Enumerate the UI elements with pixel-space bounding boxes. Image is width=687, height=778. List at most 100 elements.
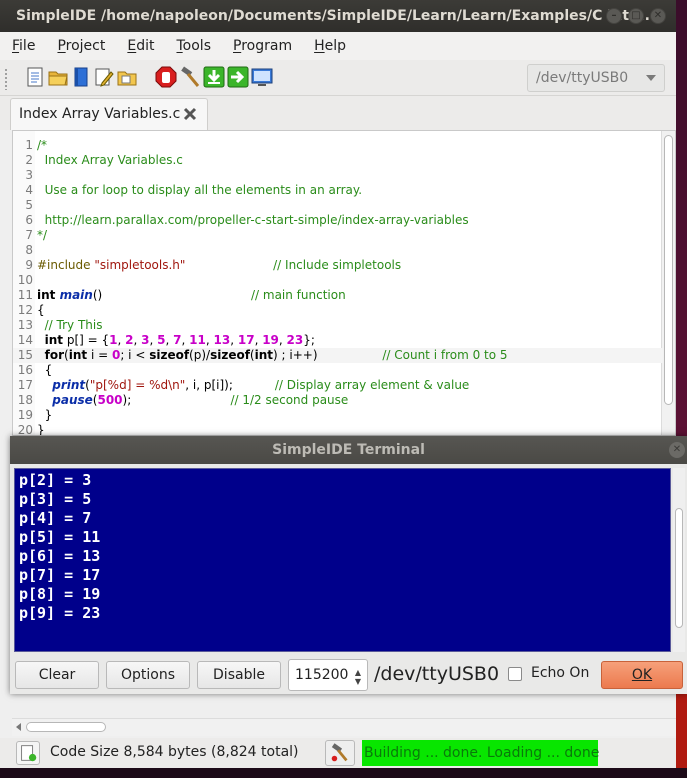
code-line[interactable]: 11 int main() // main function bbox=[13, 288, 663, 303]
terminal-window: SimpleIDE Terminal ✕ p[2] = 3 p[3] = 5 p[4… bbox=[10, 436, 687, 694]
scrollbar-thumb[interactable] bbox=[664, 135, 673, 405]
chevron-down-icon bbox=[646, 75, 656, 81]
terminal-line: p[9] = 23 bbox=[19, 604, 101, 622]
terminal-line: p[8] = 19 bbox=[19, 585, 101, 603]
scrollbar-thumb[interactable] bbox=[26, 722, 106, 732]
code-token: , bbox=[230, 333, 238, 347]
line-number: 4 bbox=[25, 183, 33, 197]
code-line[interactable]: 3 bbox=[13, 168, 663, 183]
disable-button[interactable]: Disable bbox=[197, 661, 281, 689]
code-text: */ bbox=[37, 228, 47, 243]
code-line[interactable]: 16 { bbox=[13, 363, 663, 378]
code-token: ; i < bbox=[120, 348, 150, 362]
build-message: Building ... done. Loading ... done bbox=[362, 740, 599, 766]
editor-horizontal-scrollbar[interactable] bbox=[12, 718, 676, 736]
code-token: () bbox=[92, 288, 251, 302]
window-titlebar[interactable]: SimpleIDE /home/napoleon/Documents/Simpl… bbox=[0, 0, 676, 32]
ok-button[interactable]: OK bbox=[601, 661, 683, 689]
code-line[interactable]: 14 int p[] = {1, 2, 3, 5, 7, 11, 13, 17,… bbox=[13, 333, 663, 348]
options-button[interactable]: Options bbox=[106, 661, 190, 689]
baud-rate-spinbox[interactable]: 115200 ▲ ▼ bbox=[288, 659, 368, 691]
edit-project-icon[interactable] bbox=[93, 66, 115, 88]
spin-down-icon[interactable]: ▼ bbox=[355, 678, 361, 686]
project-options-icon[interactable] bbox=[16, 741, 40, 765]
project-folder-icon[interactable] bbox=[116, 66, 138, 88]
code-line[interactable]: 2 Index Array Variables.c bbox=[13, 153, 663, 168]
echo-on-checkbox[interactable] bbox=[508, 667, 522, 681]
new-file-icon[interactable] bbox=[24, 66, 46, 88]
run-terminal-icon[interactable] bbox=[251, 66, 273, 88]
code-text: int p[] = {1, 2, 3, 5, 7, 11, 13, 17, 19… bbox=[37, 333, 315, 348]
code-token: pause bbox=[52, 393, 93, 407]
toolbar-grip-icon[interactable] bbox=[4, 68, 8, 90]
code-line[interactable]: 12 { bbox=[13, 303, 663, 318]
desktop-background bbox=[676, 0, 687, 436]
desktop: SimpleIDE /home/napoleon/Documents/Simpl… bbox=[0, 0, 687, 778]
code-line[interactable]: 10 bbox=[13, 273, 663, 288]
code-text: http://learn.parallax.com/propeller-c-st… bbox=[37, 213, 469, 228]
code-line[interactable]: 7 */ bbox=[13, 228, 663, 243]
echo-on-label[interactable]: Echo On bbox=[531, 665, 589, 681]
code-editor[interactable]: 1/* 2 Index Array Variables.c 3 4 Use a for… bbox=[12, 130, 676, 436]
code-text: } bbox=[37, 408, 53, 423]
code-line[interactable]: 6 http://learn.parallax.com/propeller-c-… bbox=[13, 213, 663, 228]
menu-project[interactable]: Project bbox=[57, 38, 105, 54]
close-icon[interactable]: ✕ bbox=[650, 8, 666, 24]
code-token: Index Array Variables.c bbox=[37, 153, 183, 167]
terminal-title: SimpleIDE Terminal bbox=[272, 442, 425, 458]
code-text: pause(500); // 1/2 second pause bbox=[37, 393, 348, 408]
load-ram-icon[interactable] bbox=[203, 66, 225, 88]
code-line[interactable]: 1 /* bbox=[13, 138, 663, 153]
code-text: print("p[%d] = %d\n", i, p[i]); // Displ… bbox=[37, 378, 469, 393]
code-token: 17 bbox=[237, 333, 255, 347]
build-hammer-icon[interactable] bbox=[179, 66, 201, 88]
editor-vertical-scrollbar[interactable] bbox=[661, 131, 675, 435]
code-line[interactable]: 9 #include "simpletools.h" // Include sim… bbox=[13, 258, 663, 273]
code-text: /* bbox=[37, 138, 47, 153]
code-line[interactable]: 4 Use a for loop to display all the elem… bbox=[13, 183, 663, 198]
code-token: // 1/2 second pause bbox=[230, 393, 349, 407]
code-line[interactable]: 15 for(int i = 0; i < sizeof(p)/sizeof(i… bbox=[13, 348, 663, 363]
terminal-titlebar[interactable]: SimpleIDE Terminal ✕ bbox=[10, 436, 687, 464]
close-icon[interactable]: ✕ bbox=[669, 442, 685, 458]
code-line[interactable]: 13 // Try This bbox=[13, 318, 663, 333]
spin-up-icon[interactable]: ▲ bbox=[355, 669, 361, 677]
scrollbar-thumb[interactable] bbox=[675, 508, 683, 628]
build-status-icon[interactable] bbox=[325, 740, 355, 766]
code-token: 11 bbox=[189, 333, 206, 347]
line-number: 3 bbox=[25, 168, 33, 182]
close-tab-icon[interactable] bbox=[183, 107, 197, 121]
menu-mnemonic: P bbox=[57, 38, 66, 54]
menu-program[interactable]: Program bbox=[233, 38, 292, 54]
minimize-icon[interactable]: – bbox=[606, 8, 622, 24]
line-number: 6 bbox=[25, 213, 33, 227]
code-line[interactable]: 20} bbox=[13, 423, 663, 435]
code-line[interactable]: 8 bbox=[13, 243, 663, 258]
project-icon[interactable] bbox=[70, 66, 92, 88]
clear-button[interactable]: Clear bbox=[15, 661, 99, 689]
tab-bar: Index Array Variables.c bbox=[0, 96, 676, 130]
line-number: 9 bbox=[25, 258, 33, 272]
code-line[interactable]: 18 pause(500); // 1/2 second pause bbox=[13, 393, 663, 408]
terminal-scrollbar[interactable] bbox=[673, 468, 685, 652]
menu-file[interactable]: File bbox=[12, 38, 35, 54]
code-token: , bbox=[205, 333, 214, 347]
tab-index-array-variables[interactable]: Index Array Variables.c bbox=[10, 98, 208, 130]
maximize-icon[interactable]: □ bbox=[628, 8, 644, 24]
terminal-line: p[6] = 13 bbox=[19, 547, 101, 565]
code-line[interactable]: 19 } bbox=[13, 408, 663, 423]
menu-edit[interactable]: Edit bbox=[127, 38, 154, 54]
terminal-output[interactable]: p[2] = 3 p[3] = 5 p[4] = 7 p[5] = 11 p[6] = … bbox=[14, 468, 671, 652]
scroll-left-icon[interactable] bbox=[16, 723, 21, 731]
code-token: http://learn.parallax.com/propeller-c-st… bbox=[37, 213, 469, 227]
stop-icon[interactable] bbox=[155, 66, 177, 88]
line-number: 14 bbox=[17, 333, 33, 347]
code-line[interactable]: 5 bbox=[13, 198, 663, 213]
port-select[interactable]: /dev/ttyUSB0 bbox=[527, 64, 665, 92]
menu-tools[interactable]: Tools bbox=[176, 38, 211, 54]
open-folder-icon[interactable] bbox=[47, 66, 69, 88]
load-eeprom-icon[interactable] bbox=[227, 66, 249, 88]
code-line[interactable]: 17 print("p[%d] = %d\n", i, p[i]); // Di… bbox=[13, 378, 663, 393]
menu-help[interactable]: Help bbox=[314, 38, 346, 54]
